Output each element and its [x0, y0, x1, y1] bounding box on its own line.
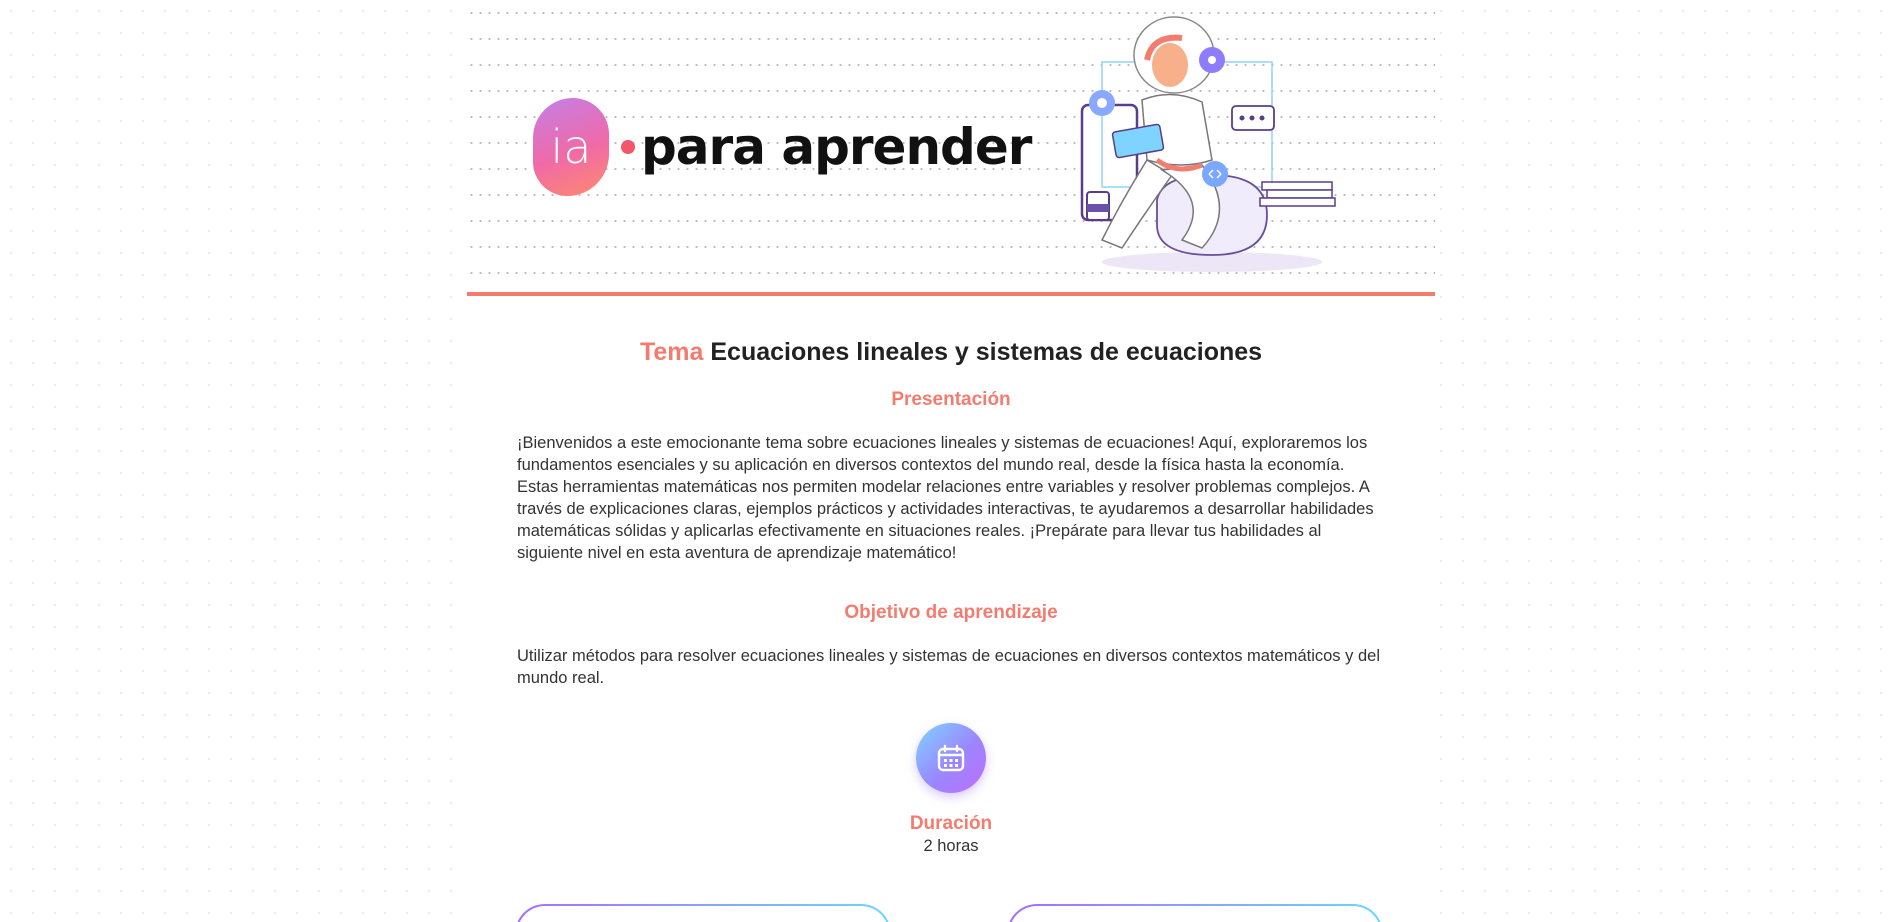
objective-text: Utilizar métodos para resolver ecuacione… — [517, 647, 1380, 687]
presentation-heading: Presentación — [891, 389, 1011, 410]
card-right[interactable] — [1007, 904, 1383, 922]
topic-name: Ecuaciones lineales y sistemas de ecuaci… — [710, 338, 1263, 366]
brand-name: para aprender — [641, 118, 1032, 176]
presentation-text: ¡Bienvenidos a este emocionante tema sob… — [517, 434, 1374, 562]
duration-value: 2 horas — [923, 837, 979, 855]
topic-title: Tema Ecuaciones lineales y sistemas de e… — [517, 338, 1385, 367]
brand-logo[interactable]: ia para aprender — [533, 98, 1032, 196]
logo-mark: ia — [533, 98, 609, 196]
duration-label: Duración — [909, 813, 993, 834]
calendar-icon — [916, 723, 986, 793]
card-left[interactable] — [515, 904, 891, 922]
student-illustration — [1080, 16, 1336, 272]
objective-heading: Objetivo de aprendizaje — [844, 602, 1058, 623]
logo-dot — [621, 140, 635, 154]
topic-prefix: Tema — [639, 338, 704, 366]
main-content: Tema Ecuaciones lineales y sistemas de e… — [467, 338, 1435, 856]
header-banner: ia para aprender — [467, 0, 1435, 296]
course-page: ia para aprender Tema Ecuaciones lineale… — [467, 0, 1435, 922]
duration-block: Duración 2 horas — [517, 723, 1385, 856]
cards-row — [515, 904, 1387, 922]
